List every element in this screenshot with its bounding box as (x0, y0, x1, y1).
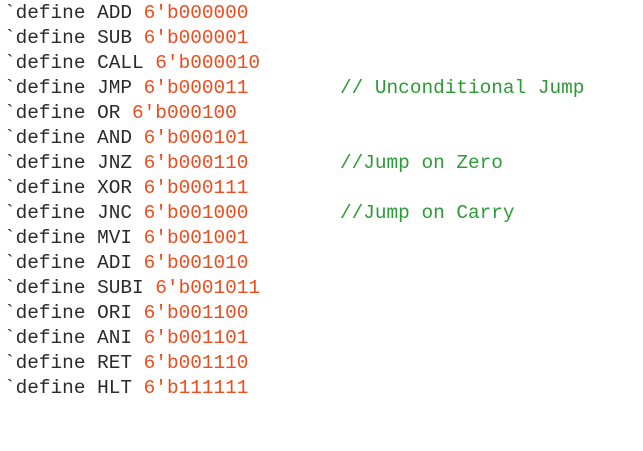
macro-value: 6'b001100 (143, 302, 249, 324)
code-line-ani: `define ANI 6'b001101 (0, 326, 643, 351)
macro-name: JMP (97, 77, 133, 99)
define-directive: `define JMP 6'b000011 (4, 77, 249, 99)
code-line-jmp: `define JMP 6'b000011 // Unconditional J… (0, 76, 643, 101)
define-directive: `define ORI 6'b001100 (4, 302, 249, 324)
macro-value: 6'b001010 (143, 252, 249, 274)
define-directive: `define ADI 6'b001010 (4, 252, 249, 274)
code-line-adi: `define ADI 6'b001010 (0, 251, 643, 276)
macro-name: JNZ (97, 152, 133, 174)
define-directive: `define HLT 6'b111111 (4, 377, 249, 399)
define-directive: `define CALL 6'b000010 (4, 52, 261, 74)
macro-value: 6'b001001 (143, 227, 249, 249)
macro-value: 6'b000010 (155, 52, 261, 74)
macro-value: 6'b000000 (143, 2, 249, 24)
macro-name: ADI (97, 252, 133, 274)
code-comment: //Jump on Zero (340, 152, 503, 174)
define-directive: `define SUB 6'b000001 (4, 27, 249, 49)
define-directive: `define ANI 6'b001101 (4, 327, 249, 349)
macro-name: SUB (97, 27, 133, 49)
macro-name: OR (97, 102, 121, 124)
macro-name: ADD (97, 2, 133, 24)
code-line-call: `define CALL 6'b000010 (0, 51, 643, 76)
code-line-subi: `define SUBI 6'b001011 (0, 276, 643, 301)
define-directive: `define ADD 6'b000000 (4, 2, 249, 24)
macro-value: 6'b000011 (143, 77, 249, 99)
macro-value: 6'b111111 (143, 377, 249, 399)
macro-name: JNC (97, 202, 133, 224)
code-line-ret: `define RET 6'b001110 (0, 351, 643, 376)
macro-value: 6'b000110 (143, 152, 249, 174)
macro-value: 6'b000111 (143, 177, 249, 199)
macro-value: 6'b000100 (132, 102, 237, 124)
code-line-jnz: `define JNZ 6'b000110 //Jump on Zero (0, 151, 643, 176)
define-directive: `define JNC 6'b001000 (4, 202, 249, 224)
macro-value: 6'b000101 (143, 127, 249, 149)
macro-name: XOR (97, 177, 133, 199)
code-line-mvi: `define MVI 6'b001001 (0, 226, 643, 251)
macro-name: SUBI (97, 277, 144, 299)
code-line-add: `define ADD 6'b000000 (0, 1, 643, 26)
macro-name: RET (97, 352, 133, 374)
code-line-hlt: `define HLT 6'b111111 (0, 376, 643, 401)
macro-name: MVI (97, 227, 133, 249)
code-line-or: `define OR 6'b000100 (0, 101, 643, 126)
define-directive: `define SUBI 6'b001011 (4, 277, 261, 299)
macro-name: ANI (97, 327, 133, 349)
code-line-jnc: `define JNC 6'b001000 //Jump on Carry (0, 201, 643, 226)
macro-name: CALL (97, 52, 144, 74)
define-directive: `define JNZ 6'b000110 (4, 152, 249, 174)
macro-value: 6'b000001 (143, 27, 249, 49)
code-line-xor: `define XOR 6'b000111 (0, 176, 643, 201)
macro-value: 6'b001000 (143, 202, 249, 224)
code-editor[interactable]: `define ADD 6'b000000 `define SUB 6'b000… (0, 0, 643, 408)
macro-name: HLT (97, 377, 133, 399)
code-line-sub: `define SUB 6'b000001 (0, 26, 643, 51)
define-directive: `define OR 6'b000100 (4, 102, 237, 124)
define-directive: `define AND 6'b000101 (4, 127, 249, 149)
code-comment: //Jump on Carry (340, 202, 515, 224)
macro-value: 6'b001101 (143, 327, 249, 349)
code-line-ori: `define ORI 6'b001100 (0, 301, 643, 326)
code-line-and: `define AND 6'b000101 (0, 126, 643, 151)
macro-name: AND (97, 127, 133, 149)
code-comment: // Unconditional Jump (340, 77, 585, 99)
macro-name: ORI (97, 302, 133, 324)
define-directive: `define MVI 6'b001001 (4, 227, 249, 249)
define-directive: `define XOR 6'b000111 (4, 177, 249, 199)
macro-value: 6'b001011 (155, 277, 261, 299)
macro-value: 6'b001110 (143, 352, 249, 374)
define-directive: `define RET 6'b001110 (4, 352, 249, 374)
